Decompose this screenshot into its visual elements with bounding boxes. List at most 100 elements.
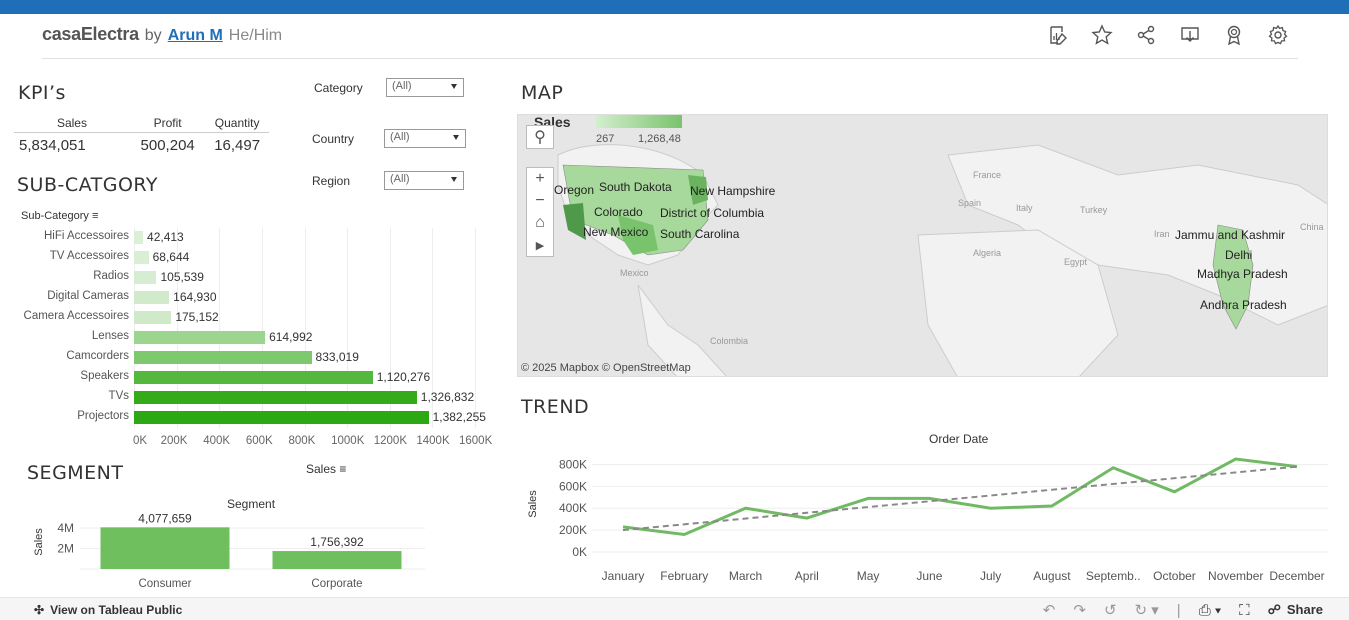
x-tick-label: 1200K [373,435,408,447]
country-value: (All) [390,131,410,143]
x-tick-label: June [916,569,942,583]
map-label: Andhra Pradesh [1200,298,1287,312]
zoom-out-button[interactable]: − [527,190,553,212]
zoom-in-button[interactable]: + [527,168,553,190]
download-icon[interactable]: ⎙ ▾ [1199,602,1221,619]
category-label: HiFi Accessoires [44,230,129,242]
redo-icon[interactable]: ↷ [1073,601,1086,619]
category-label: Lenses [91,330,129,342]
map-faint-label: Egypt [1064,257,1088,267]
map-search-control: ⚲ [526,125,554,149]
bar[interactable] [134,391,417,404]
filter-country: Country (All) [312,129,466,148]
edit-icon[interactable] [1047,24,1069,46]
map-faint-label: Turkey [1080,205,1108,215]
filter-region: Region (All) [312,171,464,190]
x-tick-label: November [1208,569,1263,583]
search-icon[interactable]: ⚲ [527,126,553,148]
x-tick-label: Septemb.. [1086,569,1141,583]
kpi-value-sales: 5,834,051 [19,137,86,154]
x-tick-label: 600K [245,435,273,447]
subcategory-header[interactable]: Sub-Category ≡ [21,210,98,222]
refresh-icon[interactable]: ↻ ▾ [1135,601,1159,619]
region-value: (All) [390,173,410,185]
bar[interactable] [134,291,170,304]
map-basemap [557,144,1327,376]
country-dropdown[interactable]: (All) [384,129,466,148]
data-label: 4,077,659 [138,511,192,525]
y-tick-label: 2M [57,542,74,556]
segment-sort-control[interactable]: Sales ≡ [306,462,346,476]
share-label: Share [1286,602,1323,617]
data-label: 1,120,276 [376,370,431,384]
map-faint-label: Iran [1154,229,1170,239]
data-label: 164,930 [173,290,217,304]
play-icon[interactable]: ▶ [527,234,553,256]
kpi-header-sales: Sales [56,116,87,130]
undo-icon[interactable]: ↶ [1043,601,1056,619]
map-faint-label: Italy [1016,203,1033,213]
sales-map[interactable]: Sales 267 1,268,48 ⚲ + − ⌂ ▶ Oregon Sout… [517,114,1328,377]
trend-title: TREND [521,396,590,418]
map-label: South Dakota [599,180,672,194]
map-label: Madhya Pradesh [1197,267,1288,281]
sort-icon[interactable]: ≡ [339,462,346,476]
fullscreen-icon[interactable]: ⛶ [1239,602,1250,619]
x-tick-label: July [980,569,1001,583]
filter-category-label: Category [314,80,363,95]
view-on-tableau-link[interactable]: ✣ View on Tableau Public [34,603,182,617]
bar [100,527,230,569]
download-icon[interactable] [1179,24,1201,46]
filter-region-label: Region [312,173,351,188]
kpi-table: Sales Profit Quantity 5,834,051 500,204 … [14,116,269,154]
y-axis-label: Sales [527,490,539,518]
data-label: 833,019 [315,350,359,364]
divider: | [1176,601,1181,619]
map-title: MAP [521,82,564,104]
category-label: Consumer [138,578,191,590]
bar[interactable] [134,251,149,264]
category-dropdown[interactable]: (All) [386,78,464,97]
bar[interactable] [134,311,172,324]
category-label: Radios [93,270,129,282]
sort-icon[interactable]: ≡ [92,210,98,222]
map-faint-label: France [973,170,1002,180]
bar [272,551,402,569]
bar[interactable] [134,271,157,284]
trend-axis-title: Order Date [929,432,989,446]
header-divider [42,58,1298,59]
dashboard-header: casaElectra by Arun M He/Him [42,24,282,48]
category-label: TV Accessoires [49,250,129,262]
x-tick-label: January [602,569,645,583]
x-tick-label: 1000K [331,435,365,447]
author-link[interactable]: Arun M [168,27,223,45]
map-label: New Hampshire [690,184,776,198]
subcategory-title: SUB-CATGORY [17,174,159,196]
share-icon[interactable] [1135,24,1157,46]
award-icon[interactable] [1223,24,1245,46]
bar[interactable] [134,371,373,384]
data-label: 1,382,255 [432,410,486,424]
footer-toolbar: ↶ ↷ ↺ ↻ ▾ | ⎙ ▾ ⛶ ☍ Share [1043,601,1323,620]
bar[interactable] [134,351,312,364]
bar[interactable] [134,411,429,424]
y-tick-label: 400K [559,501,587,515]
home-icon[interactable]: ⌂ [527,212,553,234]
map-label: Oregon [554,183,595,197]
star-icon[interactable] [1091,24,1113,46]
x-tick-label: 200K [160,435,188,447]
map-attribution[interactable]: © 2025 Mapbox © OpenStreetMap [521,362,691,374]
region-dropdown[interactable]: (All) [384,171,464,190]
x-tick-label: 800K [288,435,316,447]
category-label: Corporate [311,578,362,590]
bar[interactable] [134,231,144,244]
revert-icon[interactable]: ↺ [1104,601,1117,619]
data-label: 614,992 [269,330,313,344]
share-button[interactable]: ☍ Share [1268,602,1323,618]
map-label: Colorado [594,205,643,219]
data-label: 1,326,832 [420,390,475,404]
settings-icon[interactable] [1267,24,1289,46]
category-label: Camera Accessoires [23,310,129,322]
bar[interactable] [134,331,266,344]
map-label: New Mexico [583,225,649,239]
